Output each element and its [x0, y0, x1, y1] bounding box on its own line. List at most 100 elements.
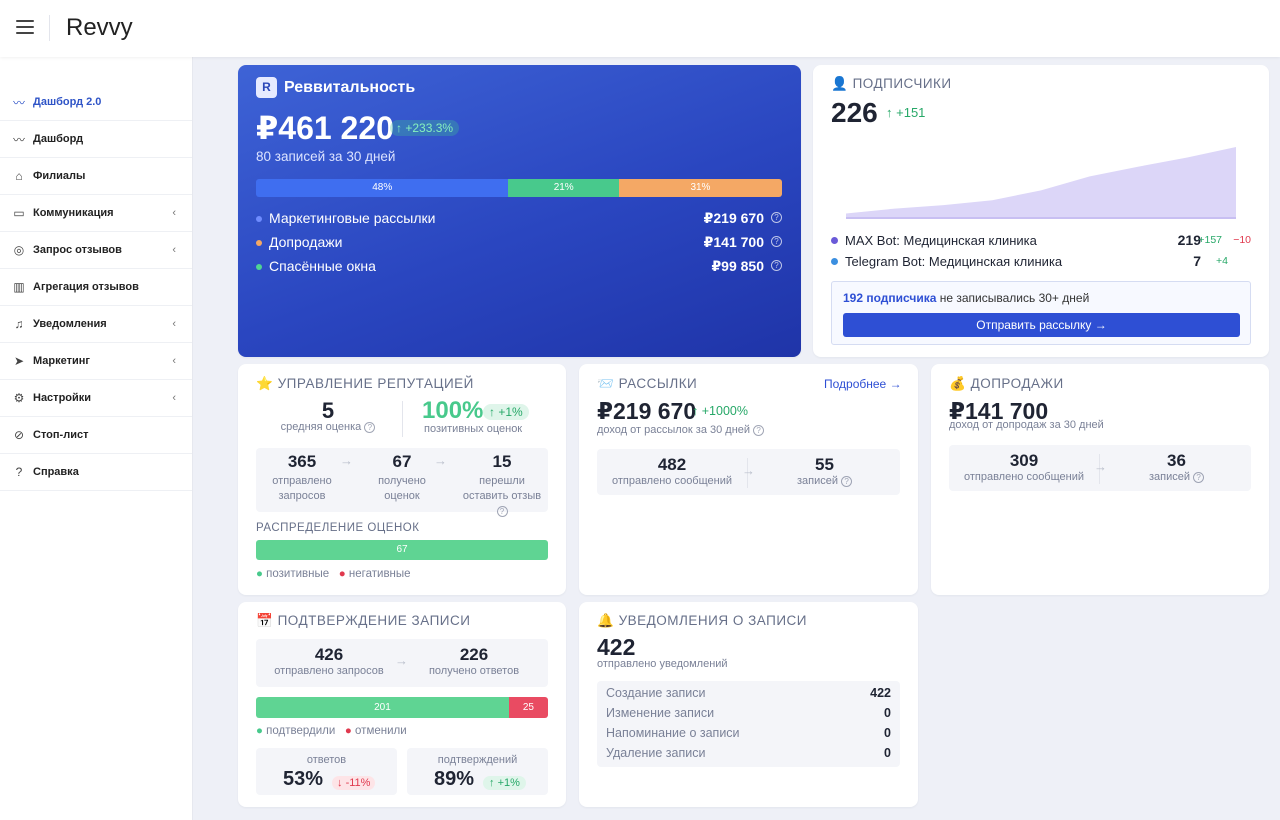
sidebar-item-label: Дашборд 2.0	[33, 96, 102, 108]
notifications-title: 🔔 УВЕДОМЛЕНИЯ О ЗАПИСИ	[597, 613, 807, 628]
positive-label: позитивных оценок	[424, 423, 523, 435]
sidebar-item-6[interactable]: ♫ Уведомления ‹	[0, 306, 192, 343]
subscribers-growth: ↑ +151	[886, 105, 926, 120]
confirms-value: 89%	[434, 768, 475, 790]
sidebar-item-5[interactable]: ▥ Агрегация отзывов	[0, 269, 192, 306]
sidebar-item-label: Справка	[33, 466, 79, 478]
notification-value: 422	[870, 686, 891, 700]
confirmation-funnel: 426 отправлено запросов → 226 получено о…	[256, 639, 548, 687]
notifications-table: Создание записи 422 Изменение записи 0 Напом…	[597, 681, 900, 767]
avg-rating-label: средняя оценка ?	[268, 421, 388, 433]
bar-segment: 31%	[618, 179, 782, 197]
revvitality-title: Реввитальность	[284, 79, 416, 96]
subscribers-count: 226	[831, 97, 878, 128]
mailings-growth: ↑ +1000%	[692, 404, 748, 418]
bot-count: 7	[1193, 253, 1201, 269]
help-icon[interactable]: ?	[753, 425, 765, 436]
sidebar-item-10[interactable]: ? Справка	[0, 454, 192, 491]
app-brand: Revvy	[66, 14, 133, 41]
sidebar-item-8[interactable]: ⚙ Настройки ‹	[0, 380, 192, 417]
legend-confirmed: подтвердили	[266, 725, 336, 737]
top-bar: Revvy	[0, 0, 1280, 57]
confirmation-title: 📅 ПОДТВЕРЖДЕНИЕ ЗАПИСИ	[256, 613, 471, 628]
chevron-left-icon: ‹	[172, 355, 176, 367]
chat-icon: ▭	[13, 206, 25, 220]
legend-dot	[256, 216, 262, 222]
chevron-left-icon: ‹	[172, 318, 176, 330]
upsell-records-label: записей ?	[1119, 471, 1234, 483]
legend-dot	[831, 237, 838, 244]
help-icon[interactable]: ?	[771, 236, 782, 247]
answers-label: ответов	[306, 754, 347, 766]
distribution-title: РАСПРЕДЕЛЕНИЕ ОЦЕНОК	[256, 522, 420, 534]
upsell-records: 36	[1167, 451, 1186, 470]
revenue-row: Маркетинговые рассылки ₽219 670?	[256, 210, 782, 228]
legend-positive: позитивные	[266, 568, 330, 580]
revvitality-growth-badge: ↑ +233.3%	[390, 120, 460, 136]
menu-icon[interactable]	[16, 20, 34, 34]
notification-value: 0	[884, 746, 891, 760]
user-icon: 👤	[831, 76, 849, 91]
funnel-value: 15	[492, 452, 512, 471]
confirmation-bar: 201 25	[256, 697, 548, 718]
chevron-left-icon: ‹	[172, 244, 176, 256]
revenue-row-label: Допродажи	[269, 234, 343, 250]
help-icon[interactable]: ?	[771, 212, 782, 223]
arrow-right-icon: →	[340, 453, 353, 468]
sidebar-item-1[interactable]: 〰 Дашборд	[0, 121, 192, 158]
notifications-card: 🔔 УВЕДОМЛЕНИЯ О ЗАПИСИ 422 отправлено ув…	[579, 602, 918, 807]
bot-plus: +4	[1216, 255, 1228, 267]
sidebar-item-label: Запрос отзывов	[33, 244, 122, 256]
confirms-stat: подтверждений 89% ↑ +1%	[407, 748, 548, 795]
bot-count: 219	[1177, 232, 1201, 248]
cancelled-segment: 25	[508, 697, 548, 718]
more-link[interactable]: Подробнее →	[824, 377, 902, 391]
sidebar-item-7[interactable]: ➤ Маркетинг ‹	[0, 343, 192, 380]
reputation-title: ⭐ УПРАВЛЕНИЕ РЕПУТАЦИЕЙ	[256, 376, 474, 391]
revenue-row-label: Маркетинговые рассылки	[269, 210, 436, 226]
globe-icon: ◎	[13, 243, 25, 257]
help-icon[interactable]: ?	[496, 506, 508, 517]
sidebar-item-3[interactable]: ▭ Коммуникация ‹	[0, 195, 192, 232]
mailings-sent: 482	[657, 455, 687, 474]
notifications-sub: отправлено уведомлений	[597, 658, 728, 670]
sidebar-item-label: Настройки	[33, 392, 92, 404]
send-mailing-button[interactable]: Отправить рассылку →	[843, 313, 1240, 337]
legend-cancelled: отменили	[355, 725, 407, 737]
sidebar-item-label: Дашборд	[33, 133, 84, 145]
bot-name: Telegram Bot: Медицинская клиника	[845, 254, 1063, 269]
mailings-sub: доход от рассылок за 30 дней ?	[597, 424, 765, 436]
help-icon[interactable]: ?	[841, 476, 853, 487]
sidebar-item-label: Стоп-лист	[33, 429, 89, 441]
revenue-row-label: Спасённые окна	[269, 258, 376, 274]
notifications-total: 422	[597, 634, 636, 660]
chevron-left-icon: ‹	[172, 207, 176, 219]
answers-value: 53%	[283, 768, 324, 790]
help-icon[interactable]: ?	[771, 260, 782, 271]
mailings-sent-label: отправлено сообщений	[611, 475, 733, 487]
funnel-step: 365 отправлено запросов	[256, 452, 348, 504]
funnel-label: отправлено запросов	[272, 475, 332, 502]
mailings-records: 55	[815, 455, 834, 474]
mailings-funnel: 482 отправлено сообщений → 55 записей ?	[597, 449, 900, 495]
subscribers-card: 👤 ПОДПИСЧИКИ 226 ↑ +151 MAX Bot: Медицин…	[813, 65, 1269, 357]
notification-row: Создание записи 422	[606, 686, 891, 704]
sidebar-item-9[interactable]: ⊘ Стоп-лист	[0, 417, 192, 454]
confirm-sent: 426	[314, 645, 344, 664]
sidebar-item-label: Уведомления	[33, 318, 107, 330]
notification-label: Изменение записи	[606, 706, 715, 720]
mailings-total: ₽219 670	[597, 398, 697, 424]
answers-stat: ответов 53% ↓ -11%	[256, 748, 397, 795]
sidebar-item-4[interactable]: ◎ Запрос отзывов ‹	[0, 232, 192, 269]
legend-dot	[256, 264, 262, 270]
money-bag-icon: 💰	[949, 376, 967, 391]
help-icon[interactable]: ?	[1193, 472, 1205, 483]
upsell-title: 💰 ДОПРОДАЖИ	[949, 376, 1064, 391]
notification-row: Изменение записи 0	[606, 706, 891, 724]
divider	[402, 401, 403, 437]
help-icon[interactable]: ?	[364, 422, 376, 433]
sidebar-item-2[interactable]: ⌂ Филиалы	[0, 158, 192, 195]
sidebar: 〰 Дашборд 2.0 〰 Дашборд ⌂ Филиалы ▭ Коммуникаци…	[0, 57, 193, 820]
confirm-received-label: получено ответов	[428, 665, 520, 677]
sidebar-item-0[interactable]: 〰 Дашборд 2.0	[0, 84, 192, 121]
